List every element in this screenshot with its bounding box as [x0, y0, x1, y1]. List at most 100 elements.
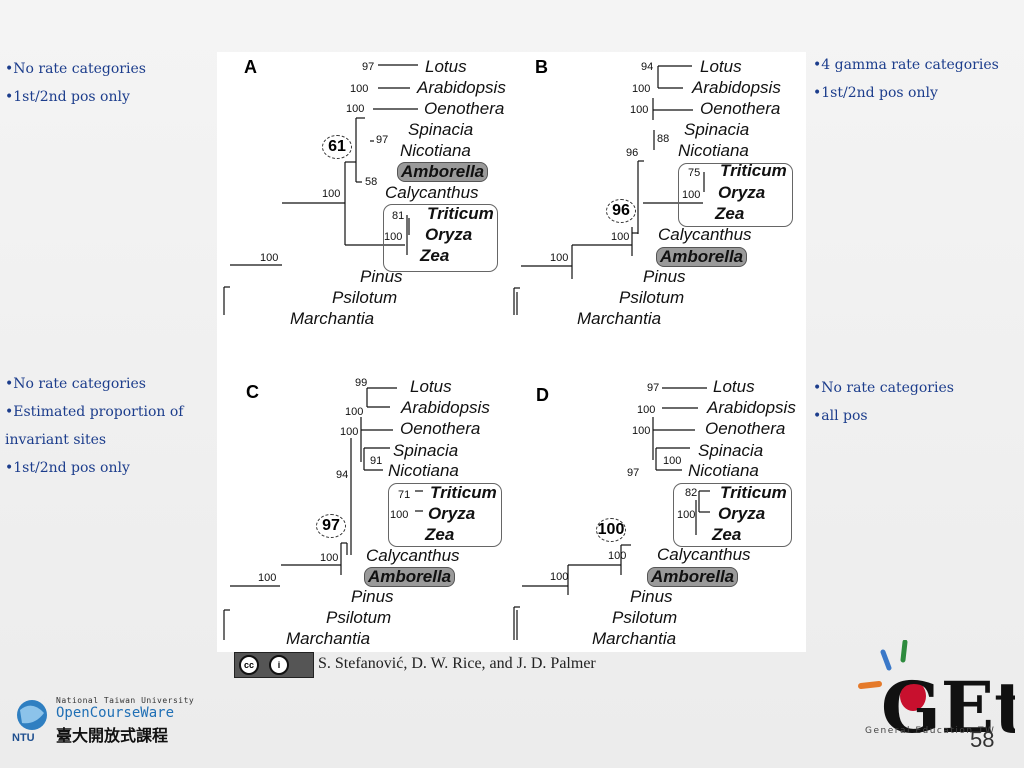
- taxon-label: Oenothera: [700, 99, 781, 118]
- cc-license-badge[interactable]: cc i: [234, 652, 314, 678]
- taxon-label: Marchantia: [286, 629, 371, 648]
- taxon-label: Psilotum: [619, 288, 685, 307]
- bootstrap-value: 100: [340, 426, 359, 438]
- bootstrap-value: 100: [550, 252, 569, 264]
- bootstrap-value: 82: [685, 487, 698, 499]
- bootstrap-value: 100: [663, 455, 682, 467]
- taxon-label: Calycanthus: [658, 225, 752, 244]
- taxon-label: Arabidopsis: [692, 78, 781, 97]
- taxon-label: Spinacia: [408, 120, 474, 139]
- bootstrap-value: 100: [630, 104, 649, 116]
- ocw-chinese-name: 臺大開放式課程: [56, 726, 169, 745]
- taxon-label: Lotus: [700, 57, 742, 76]
- highlighted-bootstrap-value: 100: [596, 518, 626, 542]
- taxon-label: Oryza: [718, 183, 766, 202]
- bullet-item: •No rate categories: [5, 61, 146, 77]
- bootstrap-value: 100: [345, 406, 364, 418]
- taxon-label: Calycanthus: [366, 546, 460, 565]
- taxon-label: Marchantia: [290, 309, 375, 328]
- taxon-label: Oenothera: [400, 419, 481, 438]
- bootstrap-value: 75: [688, 167, 701, 179]
- taxon-label: Lotus: [410, 377, 452, 396]
- taxon-label: Arabidopsis: [401, 398, 490, 417]
- taxon-label: Psilotum: [326, 608, 392, 627]
- taxon-label: Arabidopsis: [417, 78, 506, 97]
- taxon-label: Zea: [425, 525, 455, 544]
- ntu-opencourseware-logo: NTU National Taiwan University OpenCours…: [10, 695, 195, 745]
- bootstrap-value: 100: [384, 231, 403, 243]
- taxon-label: Marchantia: [592, 629, 677, 648]
- taxon-label: Oenothera: [705, 419, 786, 438]
- taxon-label: Nicotiana: [388, 461, 459, 480]
- taxon-label: Oryza: [718, 504, 766, 523]
- bootstrap-value: 100: [682, 189, 701, 201]
- taxon-label: Triticum: [720, 161, 787, 180]
- taxon-label: Nicotiana: [688, 461, 759, 480]
- bootstrap-value: 100: [350, 83, 369, 95]
- taxon-label: Nicotiana: [678, 141, 749, 160]
- taxon-label: Triticum: [720, 483, 787, 502]
- taxon-label: Pinus: [351, 587, 394, 606]
- taxon-label: Amborella: [397, 162, 489, 182]
- taxon-label: Zea: [715, 204, 745, 223]
- bootstrap-value: 94: [641, 61, 654, 73]
- taxon-label: Nicotiana: [400, 141, 471, 160]
- globe-icon: NTU: [12, 700, 47, 743]
- bootstrap-value: 100: [390, 509, 409, 521]
- taxon-label: Amborella: [647, 567, 739, 587]
- taxon-label: Amborella: [656, 247, 748, 267]
- taxon-label: Spinacia: [698, 441, 764, 460]
- citation: S. Stefanović, D. W. Rice, and J. D. Pal…: [318, 655, 596, 672]
- bullet-item: •1st/2nd pos only: [5, 460, 130, 476]
- bootstrap-value: 97: [376, 134, 389, 146]
- bootstrap-value: 100: [608, 550, 627, 562]
- taxon-label: Lotus: [713, 377, 755, 396]
- ntu-short: NTU: [12, 732, 35, 743]
- taxon-label: Lotus: [425, 57, 467, 76]
- bootstrap-value: 97: [627, 467, 640, 479]
- panel-label-d: D: [536, 385, 549, 405]
- bootstrap-value: 100: [632, 83, 651, 95]
- bootstrap-value: 100: [637, 404, 656, 416]
- highlighted-bootstrap-value: 96: [606, 199, 636, 223]
- ntu-name: National Taiwan University: [56, 696, 195, 705]
- bullet-item: •all pos: [813, 408, 868, 424]
- bullet-item: •Estimated proportion of invariant sites: [5, 404, 184, 448]
- taxon-label: Pinus: [360, 267, 403, 286]
- bootstrap-value: 81: [392, 210, 405, 222]
- taxon-label: Oryza: [425, 225, 473, 244]
- page-number: 58: [970, 727, 995, 752]
- bootstrap-value: 100: [322, 188, 341, 200]
- bullet-item: •1st/2nd pos only: [813, 85, 938, 101]
- highlighted-bootstrap-value: 61: [322, 135, 352, 159]
- bullet-list-panel-c: •No rate categories •Estimated proportio…: [5, 370, 190, 482]
- bootstrap-value: 91: [370, 455, 383, 467]
- bootstrap-value: 96: [626, 147, 639, 159]
- taxon-label: Marchantia: [577, 309, 662, 328]
- bootstrap-value: 100: [632, 425, 651, 437]
- bullet-item: •No rate categories: [813, 380, 954, 396]
- bootstrap-value: 88: [657, 133, 670, 145]
- taxon-label: Amborella: [364, 567, 456, 587]
- bullet-item: •1st/2nd pos only: [5, 89, 130, 105]
- bootstrap-value: 100: [320, 552, 339, 564]
- bootstrap-value: 100: [346, 103, 365, 115]
- get-mark: GEt: [881, 666, 1015, 749]
- bootstrap-value: 100: [258, 572, 277, 584]
- taxon-label: Psilotum: [612, 608, 678, 627]
- bootstrap-value: 100: [677, 509, 696, 521]
- taxon-label: Psilotum: [332, 288, 398, 307]
- bullet-list-panel-d: •No rate categories •all pos: [813, 374, 954, 430]
- bootstrap-value: 97: [647, 382, 660, 394]
- bullet-item: •4 gamma rate categories: [813, 57, 999, 73]
- ocw-name: OpenCourseWare: [56, 705, 175, 721]
- taxon-label: Pinus: [630, 587, 673, 606]
- taxon-label: Calycanthus: [385, 183, 479, 202]
- taxon-label: Oenothera: [424, 99, 505, 118]
- taxon-label: Oryza: [428, 504, 476, 523]
- bootstrap-value: 100: [550, 571, 569, 583]
- bullet-list-panel-a: •No rate categories •1st/2nd pos only: [5, 55, 146, 111]
- bootstrap-value: 99: [355, 377, 368, 389]
- taxon-label: Spinacia: [393, 441, 459, 460]
- by-icon: i: [269, 655, 289, 675]
